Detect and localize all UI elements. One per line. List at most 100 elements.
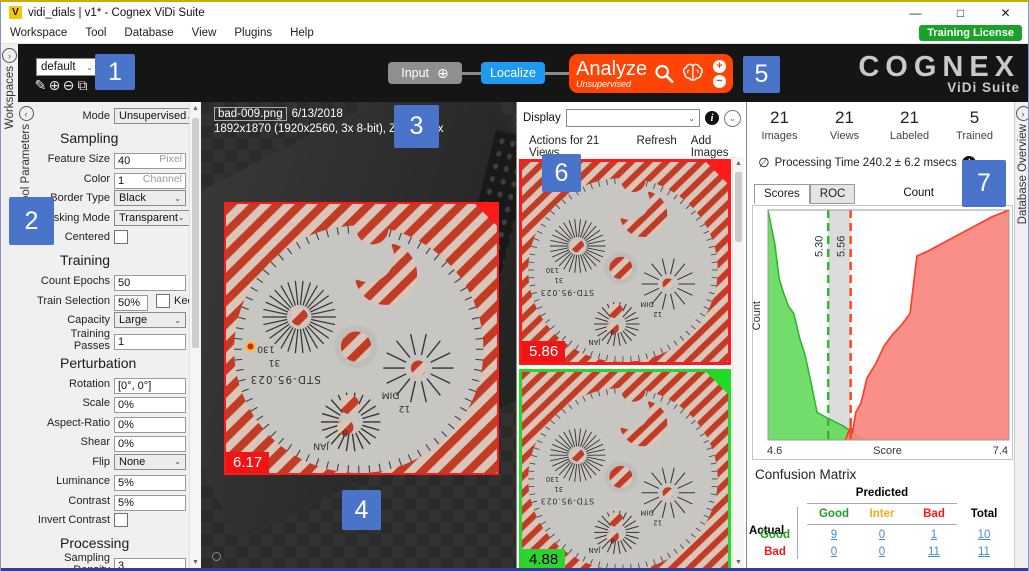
rotation-input[interactable]: [114, 378, 186, 394]
view-thumbnail-good[interactable]: 13031DIM128JANSTD-95.023 4.88: [519, 369, 731, 570]
dial-image: 13031DIM128JANSTD-95.023: [522, 162, 728, 362]
minimize-button[interactable]: —: [893, 2, 938, 23]
menu-database[interactable]: Database: [115, 27, 182, 39]
input-step-button[interactable]: Input ⊕: [388, 62, 462, 84]
contrast-input[interactable]: [114, 495, 186, 511]
workspaces-rail: › Workspaces: [1, 44, 19, 570]
workspaces-rail-label: Workspaces: [4, 66, 16, 129]
invert-contrast-label: Invert Contrast: [34, 514, 114, 526]
chevron-down-icon: ⌄: [174, 194, 181, 203]
scroll-up-icon[interactable]: ▲: [190, 105, 201, 112]
confusion-matrix-title: Confusion Matrix: [755, 467, 856, 482]
processing-time-row: ∅ Processing Time 240.2 ± 6.2 msecs i: [747, 155, 987, 171]
masking-mode-select[interactable]: Transparent⌄: [114, 210, 190, 226]
capacity-select[interactable]: Large⌄: [114, 312, 186, 328]
svg-text:DIM: DIM: [382, 389, 400, 400]
main-toolbar: default ⌄ ✎ ⊕ ⊖ ⧉ Input ⊕ Localize Analy…: [18, 44, 1029, 102]
display-select[interactable]: ⌄: [566, 109, 700, 127]
color-label: Color: [34, 173, 114, 185]
x-tick-min: 4.6: [767, 445, 782, 457]
info-icon[interactable]: i: [705, 111, 719, 125]
stat-value: 5: [942, 108, 1007, 128]
tab-scores[interactable]: Scores: [754, 184, 810, 204]
field-color: Color Channel: [34, 171, 186, 187]
col-header-good: Good: [814, 508, 854, 520]
svg-text:STD-95.023: STD-95.023: [540, 288, 594, 297]
close-button[interactable]: ✕: [983, 2, 1028, 23]
scores-chart: Count 5.305.56 4.6 Score 7.4: [752, 205, 1013, 460]
tool-parameters-scrollbar[interactable]: ▲ ▼: [189, 102, 201, 570]
scrollbar-thumb[interactable]: [192, 118, 199, 348]
chevron-down-icon: ⌄: [86, 63, 93, 72]
menu-tool[interactable]: Tool: [76, 27, 115, 39]
scroll-down-icon[interactable]: ▼: [190, 559, 201, 566]
add-images-button[interactable]: Add Images: [691, 135, 746, 159]
aspect-ratio-input[interactable]: [114, 417, 186, 433]
remove-workspace-icon[interactable]: ⊖: [62, 77, 75, 93]
divider: [797, 507, 798, 559]
refresh-button[interactable]: Refresh: [637, 135, 677, 159]
svg-text:8: 8: [610, 328, 614, 336]
menu-view[interactable]: View: [183, 27, 226, 39]
shear-input[interactable]: [114, 436, 186, 452]
training-passes-input[interactable]: [114, 334, 186, 350]
collapse-header-icon[interactable]: ⌄: [724, 110, 741, 127]
sampling-section-title: Sampling: [60, 130, 186, 146]
cm-cell-bad-bad[interactable]: 11: [914, 546, 954, 558]
increase-icon[interactable]: +: [713, 60, 726, 73]
cm-cell-bad-total[interactable]: 11: [964, 546, 1004, 558]
predicted-header: Predicted: [807, 487, 957, 499]
vidi-logo-icon: V: [9, 6, 22, 19]
expand-database-overview-icon[interactable]: ›: [1016, 106, 1029, 121]
menu-help[interactable]: Help: [281, 27, 323, 39]
rename-workspace-icon[interactable]: ✎: [34, 77, 47, 93]
svg-text:JAN: JAN: [588, 338, 601, 346]
stat-label: Trained: [942, 130, 1007, 142]
count-epochs-input[interactable]: [114, 275, 186, 291]
centered-checkbox[interactable]: [114, 230, 128, 244]
annotation-marker-6: 6: [542, 154, 581, 192]
score-badge: 4.88: [522, 549, 565, 570]
tab-roc[interactable]: ROC: [810, 184, 856, 204]
cm-cell-good-bad[interactable]: 1: [914, 529, 954, 541]
border-type-select[interactable]: Black⌄: [114, 190, 186, 206]
luminance-input[interactable]: [114, 475, 186, 491]
analyze-step-button[interactable]: Analyze Unsupervised + −: [569, 54, 733, 93]
cm-cell-good-total[interactable]: 10: [964, 529, 1004, 541]
cm-cell-good-good[interactable]: 9: [814, 529, 854, 541]
chevron-down-icon: ⌄: [178, 213, 185, 222]
maximize-button[interactable]: □: [938, 2, 983, 23]
scrollbar-thumb[interactable]: [735, 172, 742, 242]
thumbnails-scrollbar[interactable]: ▲ ▼: [732, 157, 744, 570]
scroll-up-icon[interactable]: ▲: [733, 160, 744, 167]
scale-input[interactable]: [114, 397, 186, 413]
field-rotation: Rotation: [34, 376, 186, 392]
annotation-marker-1: 1: [95, 54, 135, 90]
keep-checkbox[interactable]: [156, 294, 170, 308]
invert-contrast-checkbox[interactable]: [114, 513, 128, 527]
menu-workspace[interactable]: Workspace: [1, 27, 76, 39]
localize-step-button[interactable]: Localize: [481, 62, 545, 84]
expand-workspaces-icon[interactable]: ›: [2, 48, 17, 63]
image-date: 6/13/2018: [292, 108, 343, 120]
workspace-selector[interactable]: default ⌄: [36, 58, 98, 76]
add-workspace-icon[interactable]: ⊕: [48, 77, 61, 93]
stat-value: 21: [812, 108, 877, 128]
menu-plugins[interactable]: Plugins: [225, 27, 281, 39]
train-selection-input[interactable]: [114, 295, 148, 311]
divider: [807, 524, 957, 525]
decrease-icon[interactable]: −: [713, 75, 726, 88]
cm-cell-bad-inter[interactable]: 0: [862, 546, 902, 558]
cm-cell-good-inter[interactable]: 0: [862, 529, 902, 541]
collapse-tool-parameters-icon[interactable]: ‹: [19, 106, 34, 121]
stat-label: Labeled: [877, 130, 942, 142]
chevron-down-icon: ⌄: [688, 114, 695, 123]
copy-workspace-icon[interactable]: ⧉: [76, 77, 89, 93]
analyzed-region[interactable]: 13031DIM128JANSTD-95.023 6.17: [224, 202, 499, 475]
scroll-down-icon[interactable]: ▼: [733, 559, 744, 566]
cm-cell-bad-good[interactable]: 0: [814, 546, 854, 558]
mode-select[interactable]: Unsupervised⌄: [114, 108, 198, 124]
flip-select[interactable]: None⌄: [114, 454, 186, 470]
field-masking-mode: Masking Mode Transparent⌄: [34, 210, 186, 226]
svg-text:5.56: 5.56: [836, 236, 848, 257]
